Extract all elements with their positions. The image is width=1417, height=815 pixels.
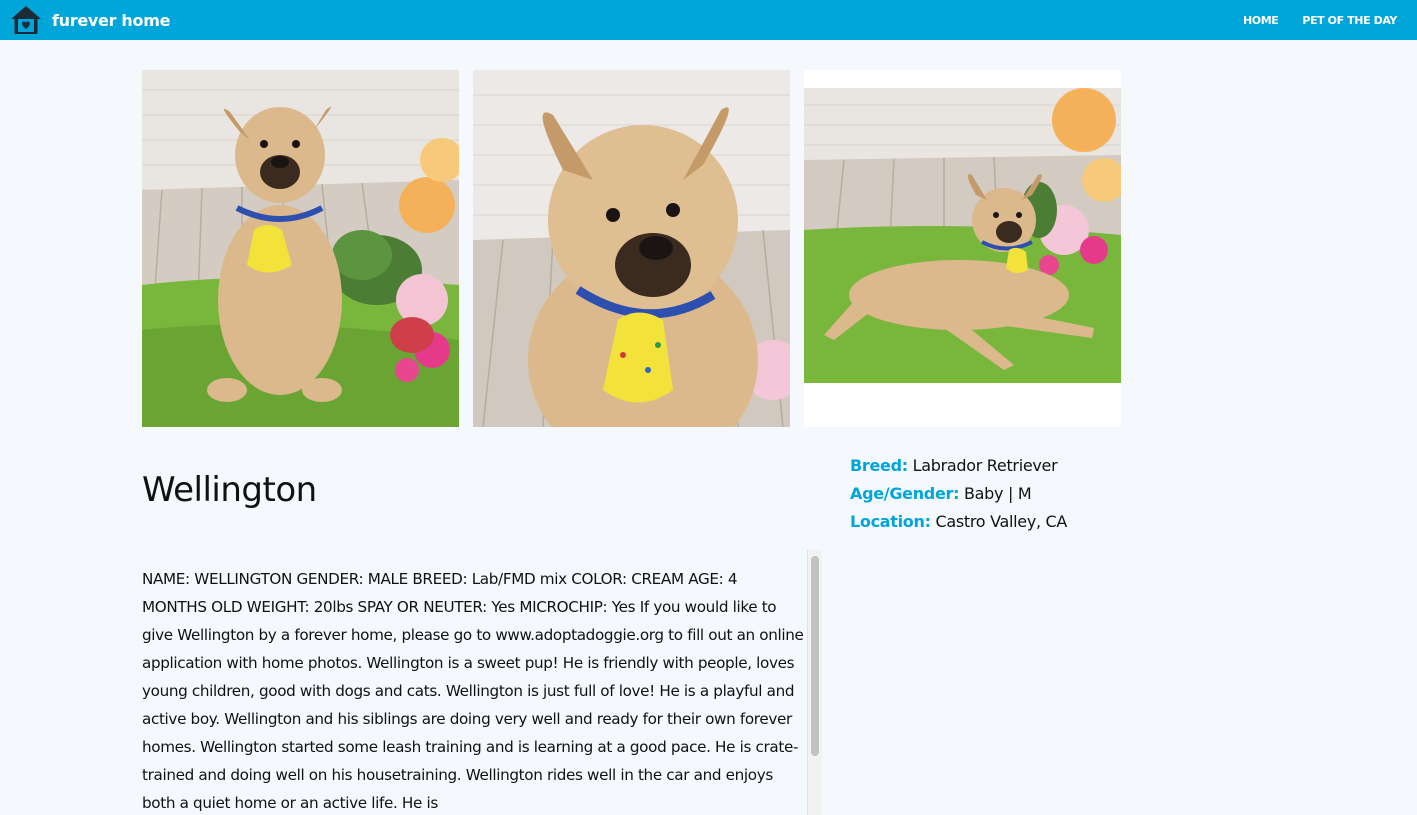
description-scrollbar[interactable] <box>807 550 822 815</box>
pet-details: Breed: Labrador Retriever Age/Gender: Ba… <box>850 452 1067 536</box>
location-value: Castro Valley, CA <box>935 512 1068 531</box>
location-label: Location: <box>850 512 931 531</box>
nav-pet-of-the-day-link[interactable]: PET OF THE DAY <box>1302 14 1397 27</box>
pet-name-heading: Wellington <box>142 470 317 510</box>
top-navbar: furever home HOME PET OF THE DAY <box>0 0 1417 40</box>
dog-sitting-photo[interactable] <box>142 70 459 427</box>
brand-home-link[interactable]: furever home <box>10 4 170 36</box>
age-gender-value: Baby | M <box>964 484 1032 503</box>
scrollbar-thumb[interactable] <box>811 556 819 756</box>
breed-label: Breed: <box>850 456 908 475</box>
dog-lying-photo[interactable] <box>804 70 1121 427</box>
age-gender-row: Age/Gender: Baby | M <box>850 480 1067 508</box>
nav-links: HOME PET OF THE DAY <box>1219 0 1397 40</box>
house-heart-icon <box>11 6 41 34</box>
pet-description: NAME: WELLINGTON GENDER: MALE BREED: Lab… <box>142 570 804 812</box>
nav-home-link[interactable]: HOME <box>1243 14 1279 27</box>
location-row: Location: Castro Valley, CA <box>850 508 1067 536</box>
description-scroll-area[interactable]: NAME: WELLINGTON GENDER: MALE BREED: Lab… <box>142 550 822 815</box>
breed-row: Breed: Labrador Retriever <box>850 452 1067 480</box>
breed-value: Labrador Retriever <box>912 456 1058 475</box>
brand-name: furever home <box>52 10 171 30</box>
dog-closeup-photo[interactable] <box>473 70 790 427</box>
age-gender-label: Age/Gender: <box>850 484 960 503</box>
